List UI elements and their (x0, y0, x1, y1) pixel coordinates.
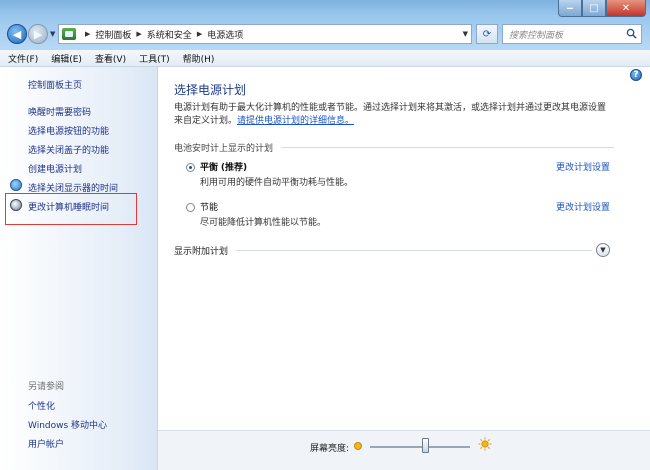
sidebar-item-mobility-center[interactable]: Windows 移动中心 (28, 418, 107, 431)
control-panel-icon (62, 28, 76, 40)
brightness-high-icon (478, 437, 492, 451)
additional-plans-label: 显示附加计划 (174, 247, 229, 257)
plan-balanced-radio[interactable] (186, 163, 195, 172)
plan-group-header: 电池安时计上显示的计划 (174, 141, 614, 154)
menu-bar: 文件(F) 编辑(E) 查看(V) 工具(T) 帮助(H) (0, 50, 650, 67)
page-description: 电源计划有助于最大化计算机的性能或者节能。通过选择计划来将其激活，或选择计划并通… (174, 102, 614, 128)
menu-tools[interactable]: 工具(T) (139, 52, 170, 65)
chevron-right-icon[interactable]: ▶ (136, 30, 141, 38)
back-button[interactable]: ◀ (7, 24, 27, 44)
additional-plans-row[interactable]: 显示附加计划 (174, 244, 614, 257)
maximize-button[interactable]: □ (582, 0, 606, 17)
plan-power-saver-description: 尽可能降低计算机性能以节能。 (200, 218, 327, 228)
sidebar-item-personalization[interactable]: 个性化 (28, 399, 55, 412)
minimize-button[interactable]: ‒ (558, 0, 582, 17)
breadcrumb-control-panel[interactable]: 控制面板 (95, 28, 131, 41)
sidebar-item-create-plan[interactable]: 创建电源计划 (28, 162, 82, 175)
help-icon[interactable]: ? (630, 69, 642, 81)
brightness-label: 屏幕亮度: (310, 444, 350, 454)
refresh-icon: ⟳ (482, 28, 492, 40)
chevron-right-icon[interactable]: ▶ (197, 30, 202, 38)
plan-balanced-name: 平衡 (推荐) (200, 163, 248, 173)
display-timeout-icon (10, 179, 22, 191)
plan-balanced-change-settings[interactable]: 更改计划设置 (556, 160, 610, 173)
forward-button[interactable]: ▶ (28, 24, 48, 44)
search-placeholder: 搜索控制面板 (509, 30, 564, 41)
breadcrumb-power-options[interactable]: 电源选项 (207, 28, 243, 41)
sidebar-item-power-button[interactable]: 选择电源按钮的功能 (28, 124, 109, 137)
page-title: 选择电源计划 (174, 83, 247, 97)
expand-additional-plans-button[interactable]: ▼ (596, 243, 610, 257)
brightness-slider-thumb[interactable] (422, 438, 429, 453)
plan-group-label: 电池安时计上显示的计划 (174, 144, 274, 154)
address-bar[interactable]: ▶ 控制面板 ▶ 系统和安全 ▶ 电源选项 ▼ (58, 24, 472, 44)
refresh-button[interactable]: ⟳ (476, 24, 498, 44)
close-button[interactable]: ✕ (606, 0, 646, 17)
breadcrumb-system-security[interactable]: 系统和安全 (147, 28, 192, 41)
window-titlebar: ‒ □ ✕ ◀ ▶ ▼ ▶ 控制面板 ▶ 系统和安全 ▶ 电源选项 ▼ ⟳ 搜索… (0, 0, 650, 50)
sidebar: 控制面板主页 唤醒时需要密码 选择电源按钮的功能 选择关闭盖子的功能 创建电源计… (0, 67, 158, 470)
plan-power-saver-radio[interactable] (186, 203, 195, 212)
search-icon[interactable] (626, 28, 637, 39)
chevron-down-icon: ▼ (600, 246, 606, 254)
brightness-low-icon (354, 442, 362, 450)
menu-help[interactable]: 帮助(H) (183, 52, 215, 65)
menu-view[interactable]: 查看(V) (95, 52, 126, 65)
sidebar-item-lid-close[interactable]: 选择关闭盖子的功能 (28, 143, 109, 156)
divider (281, 147, 614, 148)
caption-buttons: ‒ □ ✕ (558, 0, 646, 17)
search-input[interactable]: 搜索控制面板 (502, 24, 642, 44)
sidebar-item-wake-password[interactable]: 唤醒时需要密码 (28, 105, 91, 118)
recent-pages-dropdown-icon[interactable]: ▼ (50, 30, 55, 38)
plan-power-saver-name: 节能 (200, 203, 219, 213)
see-also-heading: 另请参阅 (28, 382, 65, 392)
red-highlight-box (5, 193, 137, 225)
address-dropdown-icon[interactable]: ▼ (463, 30, 468, 38)
divider (236, 250, 592, 251)
main-content: ? 选择电源计划 电源计划有助于最大化计算机的性能或者节能。通过选择计划来将其激… (158, 67, 650, 430)
navigation-row: ◀ ▶ ▼ ▶ 控制面板 ▶ 系统和安全 ▶ 电源选项 ▼ ⟳ 搜索控制面板 (0, 22, 650, 46)
plan-balanced-description: 利用可用的硬件自动平衡功耗与性能。 (200, 178, 354, 188)
plan-power-saver-change-settings[interactable]: 更改计划设置 (556, 200, 610, 213)
chevron-right-icon[interactable]: ▶ (85, 30, 90, 38)
menu-file[interactable]: 文件(F) (8, 52, 38, 65)
status-bar: 屏幕亮度: (158, 430, 650, 470)
sidebar-home-link[interactable]: 控制面板主页 (28, 78, 82, 91)
sidebar-item-user-accounts[interactable]: 用户帐户 (28, 437, 64, 450)
brightness-slider[interactable] (370, 446, 470, 448)
menu-edit[interactable]: 编辑(E) (51, 52, 82, 65)
plan-details-link[interactable]: 请提供电源计划的详细信息。 (237, 116, 354, 126)
